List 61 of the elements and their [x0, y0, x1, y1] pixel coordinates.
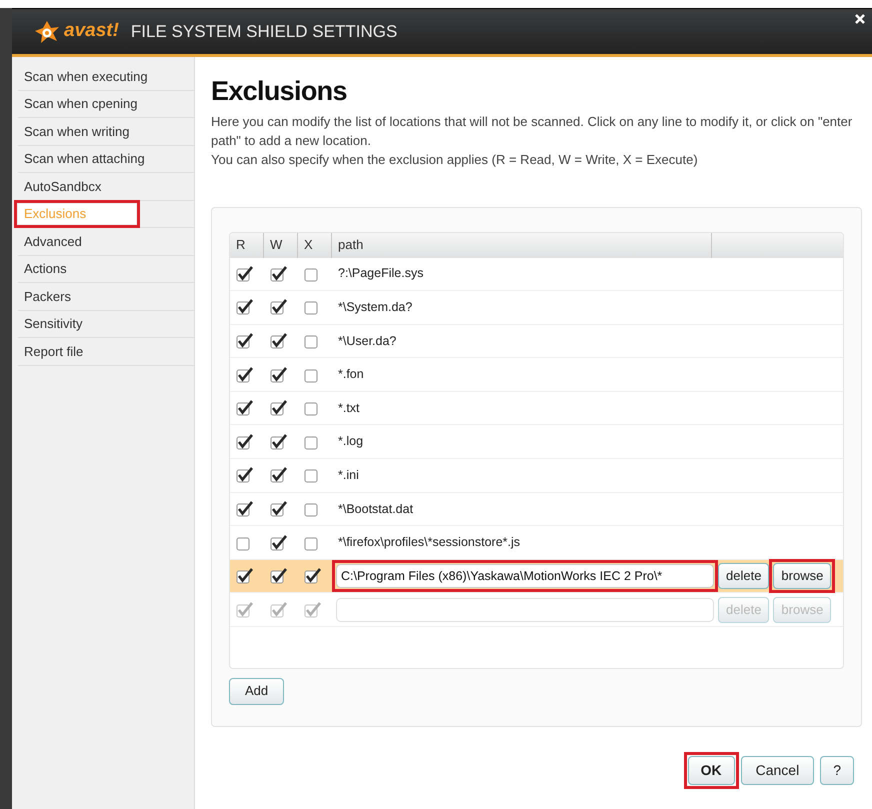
checked-checkbox[interactable] — [236, 299, 254, 316]
table-row[interactable]: *\Bootstat.dat — [230, 492, 843, 526]
path-field[interactable] — [336, 598, 714, 622]
path-text: *.ini — [337, 466, 359, 484]
sidebar-item[interactable]: Actions — [18, 259, 117, 278]
path-text: *.txt — [337, 400, 360, 417]
checked-checkbox[interactable] — [236, 400, 254, 416]
checked-checkbox[interactable] — [236, 332, 254, 349]
checked-checkbox[interactable] — [236, 568, 254, 584]
description-text: Here you can modify the list of locations that will not be scanned. Click on any line to modify it, or click on "enter path" to add a new location. — [211, 112, 854, 150]
path-text: *\Bootstat.dat — [337, 500, 414, 518]
checked-checkbox[interactable] — [270, 534, 288, 551]
page-heading: Exclusions — [211, 75, 348, 108]
checked-checkbox[interactable] — [236, 266, 254, 282]
dialog-button[interactable]: ? — [820, 756, 854, 784]
row-button[interactable]: browse — [773, 563, 832, 590]
checked-checkbox[interactable] — [270, 266, 288, 282]
table-row[interactable]: *\User.da? — [230, 324, 843, 358]
close-icon[interactable] — [854, 13, 866, 25]
path-text: *\User.da? — [337, 332, 396, 350]
checked-checkbox[interactable] — [236, 366, 254, 383]
checked-checkbox[interactable] — [270, 602, 288, 618]
sidebar-item[interactable]: Sensitivity — [18, 314, 133, 334]
logo-icon — [34, 18, 60, 44]
sidebar-item[interactable]: Packers — [18, 286, 121, 306]
checked-checkbox[interactable] — [236, 434, 254, 450]
checked-checkbox[interactable] — [270, 500, 288, 517]
checked-checkbox[interactable] — [236, 467, 254, 484]
dialog-button[interactable]: Cancel — [740, 756, 814, 784]
sidebar-item[interactable]: Scan when attaching — [18, 149, 195, 168]
checked-checkbox[interactable] — [270, 568, 288, 584]
checked-checkbox[interactable] — [270, 467, 288, 484]
dialog-button[interactable]: OK — [688, 756, 735, 784]
checked-checkbox[interactable] — [304, 568, 322, 584]
path-text: *\System.da? — [337, 299, 412, 316]
path-text: ?:\PageFile.sys — [337, 265, 424, 282]
checked-checkbox[interactable] — [304, 602, 322, 618]
sidebar-item[interactable]: Scan when writing — [18, 122, 180, 141]
table-row[interactable]: ?:\PageFile.sys — [230, 258, 843, 292]
checked-checkbox[interactable] — [270, 366, 288, 383]
path-text: *.log — [337, 433, 364, 450]
path-text: *.fon — [337, 366, 364, 384]
sidebar-item[interactable]: AutoSandbcx — [18, 176, 152, 196]
add-button[interactable]: Add — [229, 678, 284, 704]
checked-checkbox[interactable] — [270, 434, 288, 450]
sidebar-item[interactable]: Report file — [18, 342, 134, 361]
path-text: *\firefox\profiles\*sessionstore*.js — [337, 534, 520, 552]
checked-checkbox[interactable] — [236, 602, 254, 618]
checked-checkbox[interactable] — [236, 500, 254, 517]
logo-text: avast! — [64, 19, 119, 44]
sidebar-item[interactable]: Scan when cpening — [18, 94, 188, 114]
table-row[interactable]: C:\Program Files (x86)\Yaskawa\MotionWorks IEC 2 Pro\* delete browse — [230, 560, 843, 594]
sidebar-item[interactable]: Scan when executing — [18, 66, 198, 86]
row-button[interactable]: delete — [718, 563, 770, 590]
path-field[interactable]: C:\Program Files (x86)\Yaskawa\MotionWorks IEC 2 Pro\* — [336, 564, 714, 588]
checked-checkbox[interactable] — [270, 332, 288, 349]
checked-checkbox[interactable] — [270, 400, 288, 416]
sidebar-item[interactable]: Advanced — [18, 232, 132, 251]
window-title: FILE SYSTEM SHIELD SETTINGS — [130, 20, 398, 43]
checked-checkbox[interactable] — [270, 299, 288, 316]
description-text: You can also specify when the exclusion applies (R = Read, W = Write, X = Execute) — [211, 150, 699, 168]
